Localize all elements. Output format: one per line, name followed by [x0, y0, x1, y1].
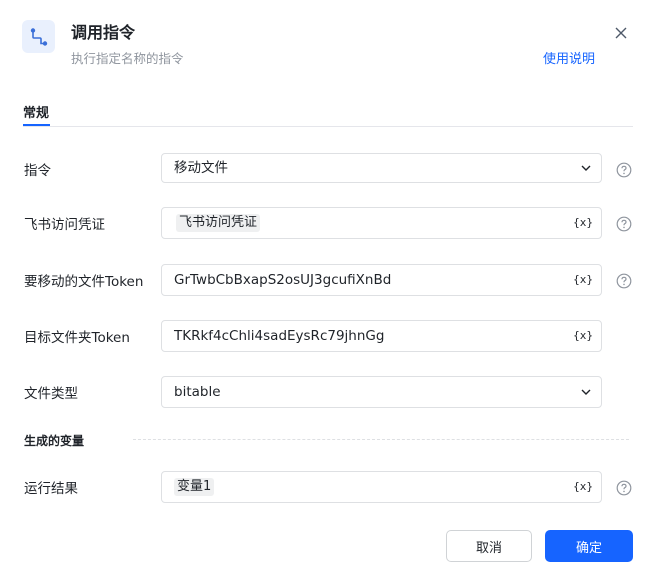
dialog-title: 调用指令: [71, 23, 136, 42]
output-section-title: 生成的变量: [24, 434, 85, 448]
field-label-file-type: 文件类型: [24, 386, 78, 402]
command-icon-box: [22, 20, 55, 53]
cancel-button[interactable]: 取消: [446, 530, 532, 562]
file-token-value: GrTwbCbBxapS2osUJ3gcufiXnBd: [174, 272, 392, 288]
variable-insert-icon[interactable]: {x}: [573, 273, 593, 286]
credential-input[interactable]: 飞书访问凭证 {x}: [161, 207, 602, 239]
result-variable-tag: 变量1: [174, 478, 215, 496]
chevron-down-icon: [581, 389, 591, 395]
help-link[interactable]: 使用说明: [543, 48, 595, 67]
help-question-icon[interactable]: [616, 480, 632, 496]
close-button[interactable]: [610, 22, 632, 44]
field-label-command: 指令: [24, 163, 51, 179]
folder-token-value: TKRkf4cChli4sadEysRc79jhnGg: [174, 328, 385, 344]
flow-route-icon: [30, 27, 47, 46]
field-label-result: 运行结果: [24, 481, 78, 497]
field-label-file-token: 要移动的文件Token: [24, 274, 144, 290]
field-label-folder-token: 目标文件夹Token: [24, 330, 130, 346]
help-question-icon[interactable]: [616, 162, 632, 178]
help-question-icon[interactable]: [616, 273, 632, 289]
tab-general[interactable]: 常规: [23, 102, 49, 121]
variable-insert-icon[interactable]: {x}: [573, 329, 593, 342]
result-variable-input[interactable]: 变量1 {x}: [161, 471, 602, 503]
file-type-value: bitable: [174, 384, 221, 400]
confirm-button[interactable]: 确定: [545, 530, 633, 562]
variable-insert-icon[interactable]: {x}: [573, 480, 593, 493]
chevron-down-icon: [581, 165, 591, 171]
close-icon: [615, 27, 627, 39]
dialog-subtitle: 执行指定名称的指令: [71, 51, 184, 66]
file-token-input[interactable]: GrTwbCbBxapS2osUJ3gcufiXnBd {x}: [161, 264, 602, 296]
file-type-select[interactable]: bitable: [161, 376, 602, 408]
command-select[interactable]: 移动文件: [161, 153, 602, 183]
command-select-value: 移动文件: [174, 160, 228, 176]
variable-insert-icon[interactable]: {x}: [573, 216, 593, 229]
credential-tag: 飞书访问凭证: [176, 214, 261, 232]
field-label-credential: 飞书访问凭证: [24, 217, 105, 233]
section-divider: [133, 439, 629, 440]
folder-token-input[interactable]: TKRkf4cChli4sadEysRc79jhnGg {x}: [161, 320, 602, 352]
help-question-icon[interactable]: [616, 216, 632, 232]
tab-divider: [23, 126, 633, 127]
